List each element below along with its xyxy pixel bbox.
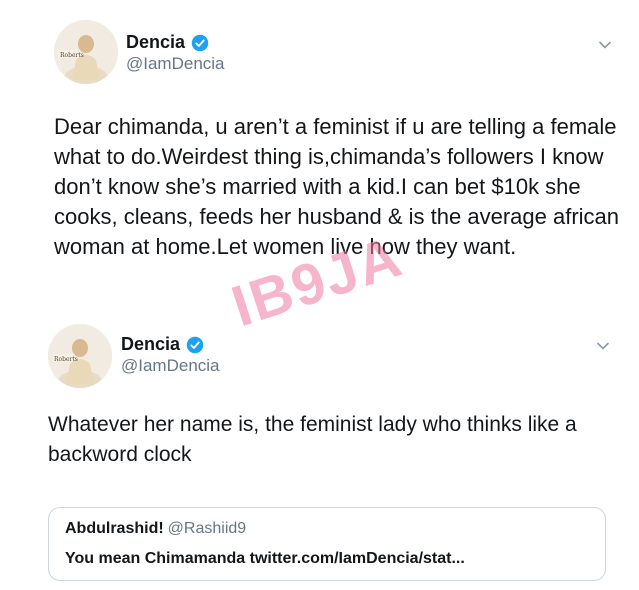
tweet-text: Dear chimanda, u aren’t a feminist if u …: [54, 114, 620, 259]
quoted-display-name: Abdulrashid!: [65, 520, 164, 537]
verified-badge-icon: [191, 34, 209, 51]
svg-text:Roberts: Roberts: [54, 356, 78, 363]
verified-badge-icon: [186, 336, 204, 353]
display-name[interactable]: Dencia: [121, 334, 180, 355]
quoted-tweet-text: You mean Chimamanda twitter.com/IamDenci…: [65, 550, 465, 567]
quoted-handle: @Rashiid9: [167, 520, 247, 537]
avatar[interactable]: Roberts: [54, 20, 118, 84]
display-name[interactable]: Dencia: [126, 32, 185, 53]
user-handle[interactable]: @IamDencia: [121, 356, 220, 376]
svg-text:Roberts: Roberts: [60, 52, 84, 59]
chevron-down-icon[interactable]: [596, 339, 610, 353]
tweet-text: Whatever her name is, the feminist lady …: [48, 413, 577, 466]
chevron-down-icon[interactable]: [598, 38, 612, 52]
user-handle[interactable]: @IamDencia: [126, 54, 225, 74]
quoted-author: Abdulrashid! @Rashiid9: [65, 520, 246, 538]
quoted-tweet-card[interactable]: Abdulrashid! @Rashiid9 You mean Chimamand…: [48, 507, 606, 581]
avatar[interactable]: Roberts: [48, 324, 112, 388]
